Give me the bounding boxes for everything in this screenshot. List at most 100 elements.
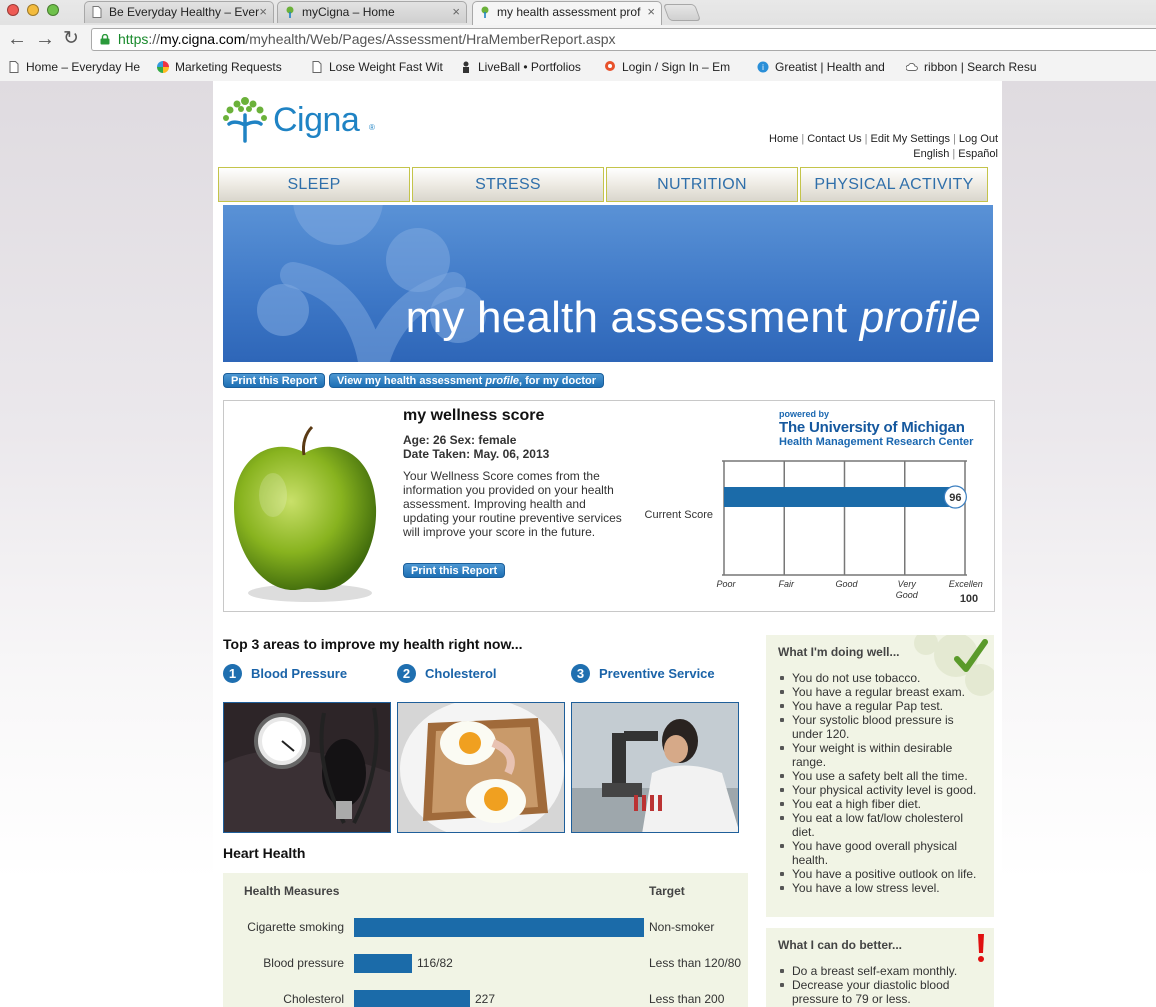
column-header-target: Target — [649, 884, 685, 898]
measure-label: Cholesterol — [283, 992, 344, 1006]
doing-well-item: You eat a high fiber diet. — [778, 797, 986, 811]
reload-icon[interactable]: ↻ — [63, 27, 79, 51]
measure-target: Non-smoker — [649, 920, 715, 934]
menu-nutrition[interactable]: NUTRITION — [606, 167, 798, 202]
eggs-on-toast-image[interactable] — [397, 702, 565, 833]
tab-everyday-health[interactable]: Be Everyday Healthy – Ever × — [84, 1, 274, 23]
navigation-bar: ← → ↻ https://my.cigna.com/myhealth/Web/… — [0, 25, 1156, 55]
print-report-button[interactable]: Print this Report — [403, 563, 506, 578]
zoom-window-button[interactable] — [47, 4, 59, 16]
measure-target: Less than 200 — [649, 992, 725, 1006]
banner-title: my health assessment profile — [405, 293, 981, 342]
lab-technician-image[interactable] — [571, 702, 739, 833]
tab-strip: Be Everyday Healthy – Ever × myCigna – H… — [0, 0, 1156, 25]
university-name: The University of Michigan — [779, 419, 965, 436]
view-profile-for-doctor-button[interactable]: View my health assessment profile, for m… — [329, 373, 605, 388]
column-header-measures: Health Measures — [244, 884, 340, 898]
forward-arrow-icon[interactable]: → — [35, 27, 55, 51]
do-better-list: Do a breast self-exam monthly. Decrease y… — [778, 964, 986, 1006]
tab-title: my health assessment prof — [497, 5, 641, 19]
chart-tick-label: Good — [896, 590, 919, 600]
improve-link-blood-pressure[interactable]: Blood Pressure — [251, 666, 347, 681]
doing-well-item: Your systolic blood pressure is under 12… — [778, 713, 986, 741]
new-tab-button[interactable] — [662, 4, 702, 21]
brand-wordmark: Cigna — [273, 101, 360, 139]
measure-bar — [354, 918, 644, 937]
minimize-window-button[interactable] — [27, 4, 39, 16]
measure-value: 116/82 — [417, 956, 453, 970]
age-sex: Age: 26 Sex: female — [403, 433, 517, 447]
bookmark-item[interactable]: Login / Sign In – Em — [604, 60, 742, 74]
bookmark-item[interactable]: Home – Everyday He — [8, 60, 140, 74]
page-icon — [92, 6, 102, 18]
home-link[interactable]: Home — [769, 133, 798, 145]
back-arrow-icon[interactable]: ← — [7, 27, 27, 51]
member-info: Age: 26 Sex: female Date Taken: May. 06,… — [403, 433, 549, 461]
bookmark-item[interactable]: LiveBall • Portfolios — [460, 60, 592, 74]
close-tab-icon[interactable]: × — [452, 2, 460, 22]
doing-well-item: You eat a low fat/low cholesterol diet. — [778, 811, 986, 839]
improve-link-preventive-service[interactable]: Preventive Service — [599, 666, 715, 681]
browser-chrome: Be Everyday Healthy – Ever × myCigna – H… — [0, 0, 1156, 81]
menu-stress[interactable]: STRESS — [412, 167, 604, 202]
do-better-item: Do a breast self-exam monthly. — [778, 964, 986, 978]
doing-well-item: You have a positive outlook on life. — [778, 867, 986, 881]
rank-badge-2: 2 — [397, 664, 416, 683]
svg-text:i: i — [762, 63, 764, 72]
doing-well-item: You have a low stress level. — [778, 881, 986, 895]
measure-label: Cigarette smoking — [247, 920, 344, 934]
exclamation-icon — [978, 934, 984, 962]
bookmark-item[interactable]: ribbon | Search Resu — [906, 60, 1044, 74]
doing-well-item: You have a regular Pap test. — [778, 699, 986, 713]
close-tab-icon[interactable]: × — [259, 2, 267, 22]
cigna-tree-icon — [223, 97, 267, 143]
close-window-button[interactable] — [7, 4, 19, 16]
rank-badge-1: 1 — [223, 664, 242, 683]
edit-settings-link[interactable]: Edit My Settings — [871, 133, 950, 145]
doing-well-item: You have good overall physical health. — [778, 839, 986, 867]
do-better-item: Decrease your diastolic blood pressure t… — [778, 978, 986, 1006]
doing-well-item: You use a safety belt all the time. — [778, 769, 986, 783]
cigna-logo[interactable]: Cigna ® — [221, 95, 381, 147]
tab-mycigna-home[interactable]: myCigna – Home × — [277, 1, 467, 23]
cigna-page: Cigna ® Home | Contact Us | Edit My Settings… — [213, 81, 1002, 1007]
menu-sleep[interactable]: SLEEP — [218, 167, 410, 202]
close-tab-icon[interactable]: × — [647, 2, 655, 22]
wellness-score-title: my wellness score — [403, 407, 545, 424]
bookmarks-bar: Home – Everyday He Marketing Requests Lo… — [0, 55, 1156, 81]
log-out-link[interactable]: Log Out — [959, 133, 998, 145]
cigna-tree-icon — [286, 6, 294, 18]
improve-link-cholesterol[interactable]: Cholesterol — [425, 666, 497, 681]
tab-health-assessment[interactable]: my health assessment prof × — [472, 1, 662, 25]
measure-target: Less than 120/80 — [649, 956, 742, 970]
chart-bar — [724, 487, 956, 507]
bookmark-item[interactable]: i Greatist | Health and — [757, 60, 892, 74]
pin-icon — [605, 61, 615, 71]
wellness-score-chart: Poor Fair Good VeryGoodExcellent100Current … — [645, 460, 983, 605]
umich-logo: powered by The University of Michigan He… — [779, 409, 973, 448]
do-better-panel: What I can do better... Do a breast self… — [766, 928, 994, 1007]
do-better-title: What I can do better... — [778, 938, 903, 952]
print-report-button[interactable]: Print this Report — [223, 373, 326, 388]
measure-bar — [354, 954, 412, 973]
contact-us-link[interactable]: Contact Us — [807, 133, 861, 145]
tab-title: Be Everyday Healthy – Ever — [109, 5, 260, 19]
english-link[interactable]: English — [913, 148, 949, 160]
checkmark-icon — [954, 639, 988, 672]
registered-mark: ® — [369, 123, 375, 132]
espanol-link[interactable]: Español — [958, 148, 998, 160]
bookmark-item[interactable]: Marketing Requests — [157, 60, 289, 74]
chart-tick-label: Very — [898, 579, 917, 589]
doing-well-item: Your weight is within desirable range. — [778, 741, 986, 769]
bookmark-item[interactable]: Lose Weight Fast Wit — [311, 60, 443, 74]
cigna-tree-icon — [481, 6, 489, 18]
measure-bar — [354, 990, 470, 1007]
menu-physical-activity[interactable]: PHYSICAL ACTIVITY — [800, 167, 988, 202]
greatist-icon: i — [757, 61, 769, 73]
measure-label: Blood pressure — [263, 956, 344, 970]
blood-pressure-image[interactable] — [223, 702, 391, 833]
measure-value: 227 — [475, 992, 496, 1006]
address-bar[interactable]: https://my.cigna.com/myhealth/Web/Pages/… — [91, 28, 1156, 51]
date-taken: Date Taken: May. 06, 2013 — [403, 447, 550, 461]
chart-tick-label: Fair — [779, 579, 796, 589]
